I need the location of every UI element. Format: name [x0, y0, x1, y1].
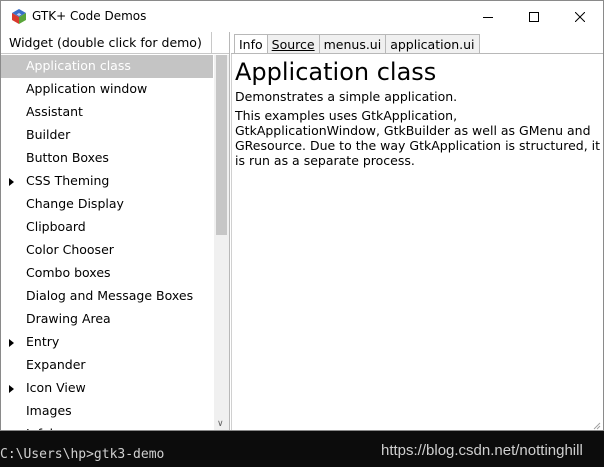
title-bar[interactable]: GTK+ Code Demos — [1, 1, 603, 32]
list-item-label: Icon View — [26, 380, 86, 395]
list-item-label: Button Boxes — [26, 150, 109, 165]
list-item[interactable]: Expander — [1, 354, 213, 377]
list-item[interactable]: Builder — [1, 124, 213, 147]
console-command: C:\Users\hp>gtk3-demo — [0, 447, 165, 462]
list-item-label: Entry — [26, 334, 60, 349]
list-item-label: Color Chooser — [26, 242, 114, 257]
list-item[interactable]: Button Boxes — [1, 147, 213, 170]
tab-source[interactable]: Source — [267, 34, 320, 54]
minimize-button[interactable] — [465, 1, 511, 32]
list-header-label: Widget (double click for demo) — [9, 35, 202, 50]
gtk-logo-icon — [12, 9, 26, 24]
list-item[interactable]: Dialog and Message Boxes — [1, 285, 213, 308]
list-item[interactable]: Assistant — [1, 101, 213, 124]
watermark-text: https://blog.csdn.net/nottinghill — [381, 442, 583, 459]
resize-grip-icon[interactable] — [591, 420, 601, 430]
list-item-label: CSS Theming — [26, 173, 110, 188]
app-window: GTK+ Code Demos Widget (double click for… — [0, 0, 604, 431]
close-icon — [575, 11, 585, 22]
expand-arrow-icon[interactable] — [9, 339, 14, 347]
expand-arrow-icon[interactable] — [9, 385, 14, 393]
demo-title: Application class — [235, 58, 437, 86]
close-button[interactable] — [557, 1, 603, 32]
list-item[interactable]: CSS Theming — [1, 170, 213, 193]
list-item[interactable]: Infobar — [1, 423, 213, 430]
list-column-header[interactable]: Widget (double click for demo) — [1, 32, 229, 54]
list-item-label: Assistant — [26, 104, 83, 119]
tab-bar: Info Source menus.ui application.ui — [234, 34, 480, 54]
window-title: GTK+ Code Demos — [32, 9, 147, 23]
list-item[interactable]: Combo boxes — [1, 262, 213, 285]
list-item[interactable]: Icon View — [1, 377, 213, 400]
demo-subtitle: Demonstrates a simple application. — [235, 89, 458, 104]
list-item-label: Drawing Area — [26, 311, 111, 326]
list-item-label: Clipboard — [26, 219, 86, 234]
list-item[interactable]: Color Chooser — [1, 239, 213, 262]
demo-list: Application class Application window Assis… — [1, 55, 213, 430]
scroll-down-arrow-icon[interactable]: ∨ — [217, 419, 224, 429]
list-item-label: Change Display — [26, 196, 124, 211]
info-panel: Application class Demonstrates a simple … — [231, 54, 603, 430]
tab-menus-ui[interactable]: menus.ui — [319, 34, 387, 54]
tab-info[interactable]: Info — [234, 34, 268, 54]
list-item[interactable]: Images — [1, 400, 213, 423]
content-pane: Info Source menus.ui application.ui Appl… — [231, 32, 603, 430]
header-divider — [211, 32, 212, 54]
list-item[interactable]: Drawing Area — [1, 308, 213, 331]
list-item[interactable]: Entry — [1, 331, 213, 354]
demo-list-pane: Widget (double click for demo) Applicati… — [1, 32, 230, 430]
list-item-label: Images — [26, 403, 72, 418]
list-item-label: Application class — [26, 58, 131, 73]
maximize-button[interactable] — [511, 1, 557, 32]
list-item-label: Dialog and Message Boxes — [26, 288, 194, 303]
demo-description: This examples uses GtkApplication, GtkAp… — [235, 108, 601, 168]
expand-arrow-icon[interactable] — [9, 178, 14, 186]
list-item-label: Application window — [26, 81, 148, 96]
tab-application-ui[interactable]: application.ui — [386, 34, 480, 54]
maximize-icon — [529, 11, 539, 22]
list-item-label: Combo boxes — [26, 265, 111, 280]
list-item[interactable]: Application window — [1, 78, 213, 101]
list-item[interactable]: Change Display — [1, 193, 213, 216]
list-item-label: Builder — [26, 127, 71, 142]
minimize-icon — [483, 16, 493, 18]
console-window: C:\Users\hp>gtk3-demo https://blog.csdn.… — [0, 431, 604, 467]
list-item[interactable]: Clipboard — [1, 216, 213, 239]
list-item-label: Expander — [26, 357, 86, 372]
list-item[interactable]: Application class — [1, 55, 213, 78]
list-scrollbar[interactable]: ∨ — [214, 55, 229, 430]
scroll-thumb[interactable] — [216, 55, 227, 235]
